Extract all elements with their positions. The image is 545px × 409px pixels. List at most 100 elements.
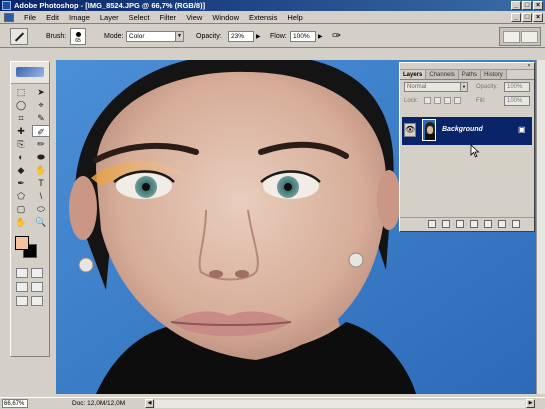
standard-mode-button[interactable] xyxy=(16,268,28,278)
layer-style-icon[interactable] xyxy=(442,219,450,228)
options-bar: Brush: 65 Mode: Color ▼ Opacity: 23% ▶ F… xyxy=(0,25,545,48)
menu-edit[interactable]: Edit xyxy=(41,13,64,22)
lock-all-checkbox[interactable] xyxy=(454,97,461,104)
move-tool-icon[interactable]: ➤ xyxy=(32,86,50,98)
menu-help[interactable]: Help xyxy=(282,13,307,22)
tab-history[interactable]: History xyxy=(481,70,507,79)
menu-select[interactable]: Select xyxy=(124,13,155,22)
quick-mask-mode-button[interactable] xyxy=(31,268,43,278)
layer-name[interactable]: Background xyxy=(442,126,483,133)
menu-file[interactable]: File xyxy=(19,13,41,22)
close-button[interactable]: × xyxy=(533,1,543,10)
tab-channels[interactable]: Channels xyxy=(426,70,459,79)
healing-brush-tool-icon[interactable]: ✚ xyxy=(12,125,30,137)
clone-stamp-tool-icon[interactable]: ⎘ xyxy=(12,138,30,150)
history-brush-tool-icon[interactable]: ✏ xyxy=(32,138,50,150)
vertical-scrollbar[interactable] xyxy=(536,60,545,394)
lasso-tool-icon[interactable]: ◯ xyxy=(12,99,30,111)
minimize-button[interactable]: _ xyxy=(511,1,521,10)
path-selection-tool-icon[interactable]: ✒ xyxy=(12,177,30,189)
flow-arrow-icon[interactable]: ▶ xyxy=(318,33,323,40)
magic-wand-tool-icon[interactable]: ⌖ xyxy=(32,99,50,111)
blend-mode-value: Normal xyxy=(407,84,427,90)
blend-mode-select[interactable]: Normal ▼ xyxy=(404,82,468,92)
lock-label: Lock: xyxy=(404,98,419,104)
notes-tool-icon[interactable]: ▢ xyxy=(12,203,30,215)
new-layer-icon[interactable] xyxy=(498,219,506,228)
palette-tab[interactable] xyxy=(521,31,538,43)
dodge-tool-icon[interactable]: ✋ xyxy=(32,164,50,176)
chevron-down-icon: ▼ xyxy=(460,83,467,91)
crop-tool-icon[interactable]: ⌗ xyxy=(12,112,30,124)
brush-tool-icon[interactable]: ✐ xyxy=(32,125,50,137)
layer-row-background[interactable]: 👁 Background ▣ xyxy=(402,117,532,145)
tab-layers[interactable]: Layers xyxy=(400,70,427,79)
full-screen-menu-button[interactable] xyxy=(31,282,43,292)
mode-value: Color xyxy=(129,33,145,40)
layer-mask-icon[interactable] xyxy=(456,219,464,228)
trash-icon[interactable] xyxy=(512,219,520,228)
line-tool-icon[interactable]: \ xyxy=(32,190,50,202)
menu-image[interactable]: Image xyxy=(64,13,95,22)
eyedropper-tool-icon[interactable]: ⬭ xyxy=(32,203,50,215)
lock-image-checkbox[interactable] xyxy=(434,97,441,104)
lock-position-checkbox[interactable] xyxy=(444,97,451,104)
adjustment-layer-icon[interactable] xyxy=(484,219,492,228)
link-icon[interactable] xyxy=(428,219,436,228)
marquee-tool-icon[interactable]: ⬚ xyxy=(12,86,30,98)
doc-close-button[interactable]: × xyxy=(533,13,543,22)
document-icon[interactable] xyxy=(4,12,14,22)
gradient-tool-icon[interactable]: ⬬ xyxy=(32,151,50,163)
layer-set-icon[interactable] xyxy=(470,219,478,228)
doc-minimize-button[interactable]: _ xyxy=(511,13,521,22)
horizontal-scrollbar[interactable] xyxy=(155,400,525,408)
layer-opacity-field[interactable]: 100% xyxy=(504,82,530,92)
eraser-tool-icon[interactable]: ◐ xyxy=(12,151,30,163)
pen-tool-icon[interactable]: ⬠ xyxy=(12,190,30,202)
photoshop-app-icon xyxy=(2,1,11,10)
menu-window[interactable]: Window xyxy=(207,13,244,22)
opacity-label: Opacity: xyxy=(196,33,222,40)
menu-view[interactable]: View xyxy=(181,13,207,22)
mode-select[interactable]: Color ▼ xyxy=(126,31,184,42)
eye-icon[interactable]: 👁 xyxy=(404,123,416,137)
tool-preset-picker[interactable] xyxy=(10,28,28,45)
panel-footer xyxy=(400,217,534,229)
opacity-field[interactable]: 23% xyxy=(228,31,254,42)
palette-well[interactable] xyxy=(499,27,541,46)
flow-value: 100% xyxy=(293,33,310,40)
airbrush-icon[interactable]: ✑ xyxy=(332,30,346,43)
scroll-left-icon[interactable]: ◀ xyxy=(145,399,154,408)
brush-picker[interactable]: 65 xyxy=(70,28,86,45)
maximize-button[interactable]: □ xyxy=(522,1,532,10)
full-screen-button[interactable] xyxy=(16,296,28,306)
scroll-right-icon[interactable]: ▶ xyxy=(526,399,535,408)
lock-transparency-checkbox[interactable] xyxy=(424,97,431,104)
mouse-cursor-icon xyxy=(470,144,480,158)
close-icon[interactable]: × xyxy=(526,63,532,69)
toolbox-header[interactable] xyxy=(11,62,49,84)
zoom-tool-icon[interactable]: 🔍 xyxy=(32,216,50,228)
panel-titlebar[interactable]: × xyxy=(400,63,534,70)
menu-filter[interactable]: Filter xyxy=(155,13,182,22)
standard-screen-button[interactable] xyxy=(16,282,28,292)
slice-tool-icon[interactable]: ✎ xyxy=(32,112,50,124)
tab-paths[interactable]: Paths xyxy=(458,70,482,79)
menu-bar: File Edit Image Layer Select Filter View… xyxy=(0,11,545,24)
flow-field[interactable]: 100% xyxy=(290,31,316,42)
imageready-button[interactable] xyxy=(31,296,43,306)
menu-extensis[interactable]: Extensis xyxy=(244,13,282,22)
blur-tool-icon[interactable]: ◆ xyxy=(12,164,30,176)
doc-restore-button[interactable]: □ xyxy=(522,13,532,22)
color-swatches xyxy=(11,234,49,264)
menu-layer[interactable]: Layer xyxy=(95,13,124,22)
fill-field[interactable]: 100% xyxy=(504,96,530,106)
type-tool-icon[interactable]: T xyxy=(32,177,50,189)
mode-label: Mode: xyxy=(104,33,124,40)
foreground-color-swatch[interactable] xyxy=(15,236,29,250)
title-bar: Adobe Photoshop - [IMG_8524.JPG @ 66,7% … xyxy=(0,0,545,11)
hand-tool-icon[interactable]: ✋ xyxy=(12,216,30,228)
palette-tab[interactable] xyxy=(503,31,520,43)
opacity-arrow-icon[interactable]: ▶ xyxy=(256,33,261,40)
zoom-level-field[interactable]: 66,67% xyxy=(2,399,28,408)
